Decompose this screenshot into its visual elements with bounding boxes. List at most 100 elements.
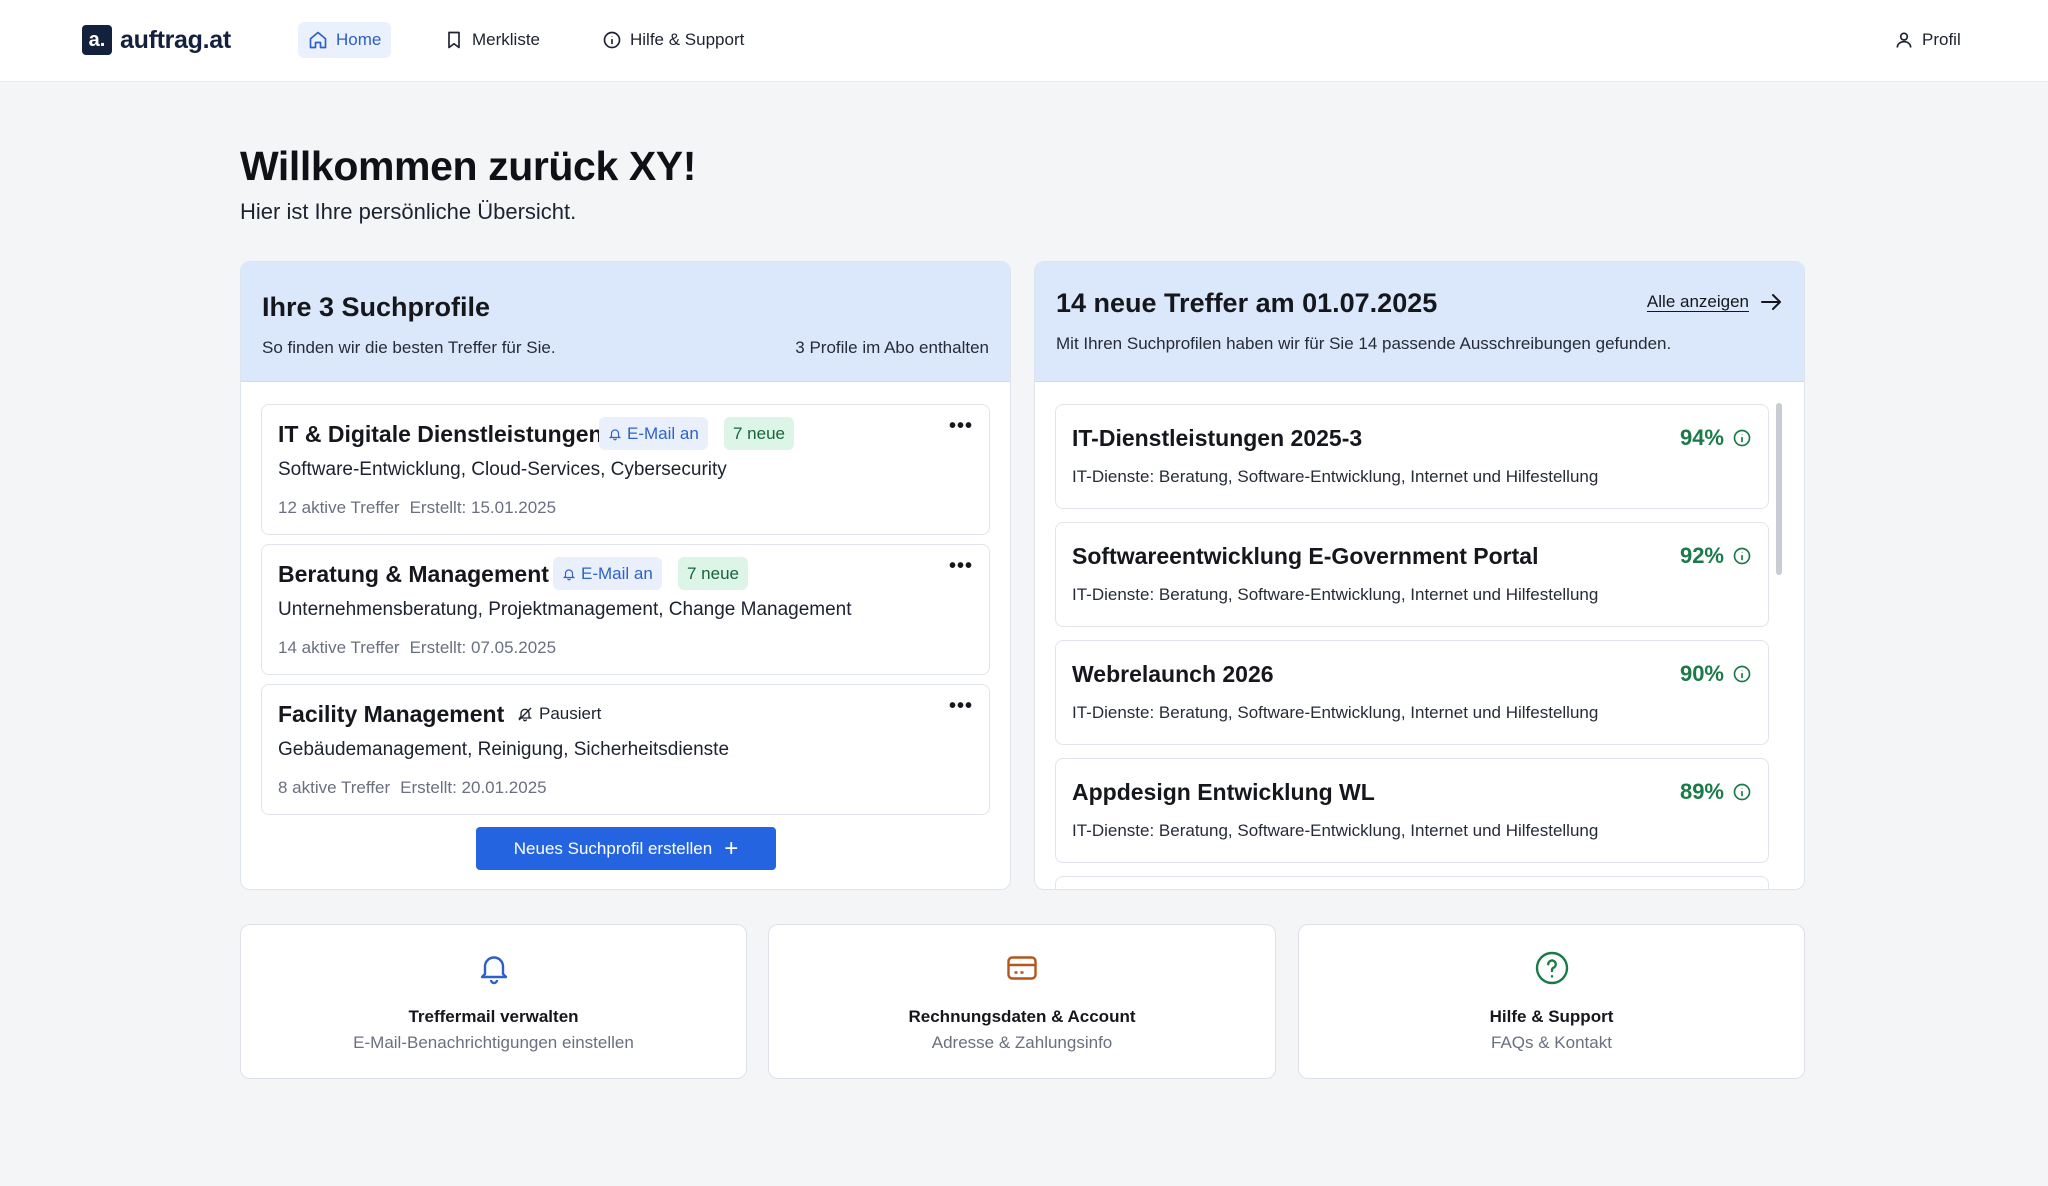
- plus-icon: +: [724, 834, 739, 862]
- show-all-link[interactable]: Alle anzeigen: [1647, 290, 1783, 314]
- nav-profile-label: Profil: [1922, 30, 1961, 49]
- match-score-value: 92%: [1679, 543, 1724, 568]
- page-subtitle: Hier ist Ihre persönliche Übersicht.: [240, 199, 577, 224]
- match-score: 92%: [1680, 543, 1752, 569]
- logo-mark: a.: [82, 25, 112, 55]
- bell-icon: [562, 568, 576, 580]
- nav-profile[interactable]: Profil: [1884, 22, 1971, 58]
- match-score: 89%: [1680, 779, 1752, 805]
- match-score-value: 94%: [1679, 425, 1724, 450]
- bookmark-icon: [448, 31, 460, 49]
- search-profiles-subtitle: So finden wir die besten Treffer für Sie…: [262, 338, 556, 357]
- active-hits: 8 aktive Treffer: [278, 778, 391, 797]
- created-date: Erstellt: 15.01.2025: [409, 498, 557, 517]
- search-profiles-title: Ihre 3 Suchprofile: [262, 292, 491, 322]
- paused-label: Pausiert: [539, 703, 602, 723]
- profile-title: Facility Management: [278, 701, 505, 727]
- search-profile-card[interactable]: Beratung & Management E-Mail an 7 neue •…: [261, 544, 990, 675]
- paused-badge: Pausiert: [508, 697, 610, 730]
- match-card[interactable]: Appdesign Entwicklung WL 89% IT-Dienste:…: [1055, 758, 1769, 863]
- credit-card-icon: [1007, 956, 1037, 980]
- quick-link-title: Treffermail verwalten: [408, 1007, 579, 1026]
- email-on-badge: E-Mail an: [553, 557, 662, 590]
- profile-tags: Unternehmensberatung, Projektmanagement,…: [278, 599, 852, 620]
- matches-title: 14 neue Treffer am 01.07.2025: [1056, 288, 1438, 318]
- info-icon[interactable]: [1732, 546, 1752, 566]
- info-icon[interactable]: [1732, 664, 1752, 684]
- arrow-right-icon: [1761, 294, 1781, 310]
- logo-text: auftrag.at: [120, 25, 231, 54]
- matches-panel: 14 neue Treffer am 01.07.2025 Mit Ihren …: [1034, 261, 1805, 890]
- active-hits: 12 aktive Treffer: [278, 498, 400, 517]
- profile-title: Beratung & Management: [278, 561, 549, 587]
- match-score: 94%: [1680, 425, 1752, 451]
- nav-merkliste[interactable]: Merkliste: [434, 22, 550, 58]
- nav-merkliste-label: Merkliste: [472, 30, 541, 49]
- info-icon: [603, 31, 621, 49]
- match-title: Webrelaunch 2026: [1072, 661, 1274, 687]
- page-title: Willkommen zurück XY!: [240, 143, 696, 189]
- nav-help-label: Hilfe & Support: [630, 30, 745, 49]
- match-description: IT-Dienste: Beratung, Software-Entwicklu…: [1072, 467, 1599, 486]
- profile-meta: 14 aktive Treffer Erstellt: 07.05.2025: [278, 638, 556, 658]
- email-on-label: E-Mail an: [581, 563, 653, 583]
- nav-home[interactable]: Home: [298, 22, 392, 58]
- email-on-badge: E-Mail an: [599, 417, 708, 450]
- bell-off-icon: [518, 707, 532, 721]
- match-score: 90%: [1680, 661, 1752, 687]
- quick-link-subtitle: E-Mail-Benachrichtigungen einstellen: [353, 1033, 634, 1052]
- search-profiles-header: Ihre 3 Suchprofile So finden wir die bes…: [241, 262, 1010, 382]
- email-on-label: E-Mail an: [627, 423, 699, 443]
- match-title: IT-Dienstleistungen 2025-3: [1072, 425, 1363, 451]
- abo-info: 3 Profile im Abo enthalten: [795, 338, 989, 357]
- show-all-label: Alle anzeigen: [1646, 292, 1749, 311]
- matches-subtitle: Mit Ihren Suchprofilen haben wir für Sie…: [1056, 334, 1672, 353]
- quick-link-title: Rechnungsdaten & Account: [908, 1007, 1136, 1026]
- quick-link-help[interactable]: Hilfe & Support FAQs & Kontakt: [1298, 924, 1805, 1079]
- matches-list[interactable]: IT-Dienstleistungen 2025-3 94% IT-Dienst…: [1035, 382, 1804, 889]
- top-navigation: a. auftrag.at Home Merkliste Hilfe & Sup…: [0, 0, 2048, 82]
- active-hits: 14 aktive Treffer: [278, 638, 400, 657]
- quick-link-subtitle: FAQs & Kontakt: [1491, 1033, 1612, 1052]
- search-profile-card[interactable]: Facility Management Pausiert ••• Gebäude…: [261, 684, 990, 815]
- profile-tags: Gebäudemanagement, Reinigung, Sicherheit…: [278, 739, 730, 760]
- created-date: Erstellt: 07.05.2025: [409, 638, 557, 657]
- match-description: IT-Dienste: Beratung, Software-Entwicklu…: [1072, 585, 1599, 604]
- profile-meta: 12 aktive Treffer Erstellt: 15.01.2025: [278, 498, 556, 518]
- new-search-profile-label: Neues Suchprofil erstellen: [513, 838, 713, 858]
- match-title: Softwareentwicklung E-Government Portal: [1072, 543, 1539, 569]
- user-icon: [1896, 32, 1912, 48]
- matches-scrollbar[interactable]: [1776, 403, 1782, 575]
- new-search-profile-button[interactable]: Neues Suchprofil erstellen +: [476, 827, 776, 870]
- profile-tags: Software-Entwicklung, Cloud-Services, Cy…: [278, 459, 727, 480]
- match-description: IT-Dienste: Beratung, Software-Entwicklu…: [1072, 703, 1599, 722]
- profile-title: IT & Digitale Dienstleistungen: [278, 421, 603, 447]
- logo[interactable]: a. auftrag.at: [82, 24, 231, 56]
- more-options-button[interactable]: •••: [949, 415, 973, 438]
- new-count-badge: 7 neue: [678, 557, 748, 590]
- bell-icon: [480, 956, 507, 985]
- info-icon[interactable]: [1732, 782, 1752, 802]
- match-card[interactable]: Webrelaunch 2026 90% IT-Dienste: Beratun…: [1055, 640, 1769, 745]
- search-profile-card[interactable]: IT & Digitale Dienstleistungen E-Mail an…: [261, 404, 990, 535]
- match-description: IT-Dienste: Beratung, Software-Entwicklu…: [1072, 821, 1599, 840]
- quick-link-subtitle: Adresse & Zahlungsinfo: [931, 1033, 1113, 1052]
- match-score-value: 89%: [1679, 779, 1724, 804]
- more-options-button[interactable]: •••: [949, 695, 973, 718]
- quick-link-treffermail[interactable]: Treffermail verwalten E-Mail-Benachricht…: [240, 924, 747, 1079]
- profile-meta: 8 aktive Treffer Erstellt: 20.01.2025: [278, 778, 547, 798]
- nav-help[interactable]: Hilfe & Support: [592, 22, 754, 58]
- quick-link-billing[interactable]: Rechnungsdaten & Account Adresse & Zahlu…: [768, 924, 1276, 1079]
- nav-home-label: Home: [336, 30, 382, 49]
- match-card-partial[interactable]: [1055, 876, 1769, 889]
- info-icon[interactable]: [1732, 428, 1752, 448]
- more-options-button[interactable]: •••: [949, 555, 973, 578]
- quick-link-title: Hilfe & Support: [1489, 1007, 1614, 1026]
- search-profiles-panel: Ihre 3 Suchprofile So finden wir die bes…: [240, 261, 1011, 890]
- match-title: Appdesign Entwicklung WL: [1072, 779, 1375, 805]
- match-card[interactable]: Softwareentwicklung E-Government Portal …: [1055, 522, 1769, 627]
- match-card[interactable]: IT-Dienstleistungen 2025-3 94% IT-Dienst…: [1055, 404, 1769, 509]
- home-icon: [309, 31, 327, 49]
- match-score-value: 90%: [1679, 661, 1724, 686]
- matches-header: 14 neue Treffer am 01.07.2025 Mit Ihren …: [1035, 262, 1804, 382]
